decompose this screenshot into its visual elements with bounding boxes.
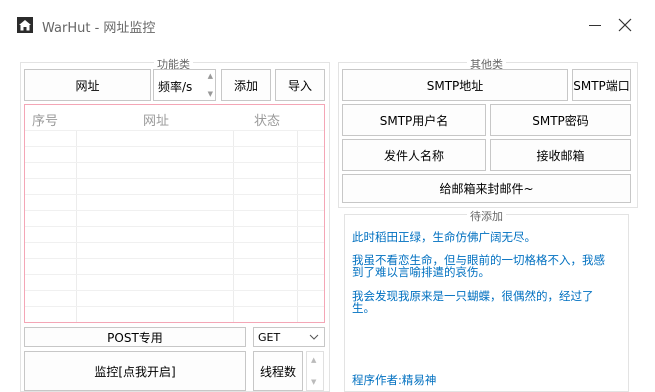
table-row-line — [25, 258, 324, 259]
import-button[interactable]: 导入 — [275, 69, 325, 101]
table-row-line — [25, 306, 324, 307]
log-line: 到了难以言喻排遣的哀伤。 — [352, 265, 490, 279]
smtp-password-button[interactable]: SMTP密码 — [490, 104, 631, 136]
spin-down-icon[interactable]: ▼ — [311, 378, 316, 386]
receiver-email-button[interactable]: 接收邮箱 — [490, 139, 631, 171]
minimize-button[interactable] — [584, 14, 606, 36]
table-grid — [25, 105, 325, 323]
table-row-line — [25, 130, 324, 131]
frequency-field: 频率/s — [158, 80, 193, 94]
close-icon — [618, 18, 632, 32]
author-line: 程序作者:精易神 — [352, 373, 437, 387]
window-title: WarHut - 网址监控 — [42, 21, 156, 36]
spin-up-icon[interactable]: ▲ — [208, 72, 213, 80]
url-table[interactable]: 序号 网址 状态 — [24, 104, 325, 323]
table-row-line — [25, 290, 324, 291]
app-logo-icon — [17, 17, 33, 33]
send-test-email-button[interactable]: 给邮箱来封邮件~ — [342, 174, 631, 203]
log-line: 我会发现我原来是一只蝴蝶，很偶然的，经过了 — [352, 289, 594, 303]
method-select[interactable]: GET — [253, 327, 325, 347]
table-row-line — [25, 274, 324, 275]
pending-group-title: 待添加 — [467, 208, 506, 224]
table-row-line — [25, 210, 324, 211]
frequency-spinbox[interactable]: 频率/s ▲ ▼ — [153, 69, 216, 101]
minimize-icon — [589, 25, 601, 26]
url-button[interactable]: 网址 — [24, 69, 151, 101]
spin-up-icon[interactable]: ▲ — [311, 356, 316, 364]
chevron-down-icon — [309, 334, 319, 340]
monitor-button[interactable]: 监控[点我开启] — [24, 351, 246, 391]
table-row-line — [25, 322, 325, 323]
log-line: 生。 — [352, 301, 375, 315]
smtp-port-button[interactable]: SMTP端口 — [572, 69, 631, 101]
table-row-line — [25, 226, 324, 227]
sender-name-button[interactable]: 发件人名称 — [342, 139, 486, 171]
table-row-line — [25, 194, 324, 195]
smtp-address-button[interactable]: SMTP地址 — [342, 69, 568, 101]
spin-down-icon[interactable]: ▼ — [208, 90, 213, 98]
add-button[interactable]: 添加 — [221, 69, 271, 101]
table-row-line — [25, 178, 324, 179]
close-button[interactable] — [614, 14, 636, 36]
thread-count-spinner[interactable]: ▲ ▼ — [306, 351, 324, 391]
post-button[interactable]: POST专用 — [24, 327, 246, 347]
thread-count-button[interactable]: 线程数 — [253, 351, 303, 391]
table-row-line — [25, 242, 324, 243]
log-line: 此时稻田正绿，生命仿佛广阔无尽。 — [352, 230, 536, 244]
table-row-line — [25, 162, 324, 163]
method-select-value: GET — [258, 331, 281, 344]
table-row-line — [25, 146, 324, 147]
smtp-user-button[interactable]: SMTP用户名 — [342, 104, 486, 136]
